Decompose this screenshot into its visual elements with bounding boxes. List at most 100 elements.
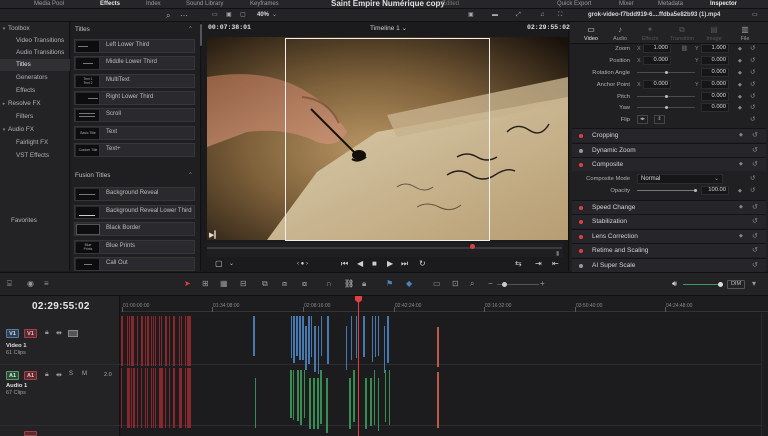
dim-button[interactable]: DIM (727, 280, 745, 289)
toolbox-item-fairlight-fx[interactable]: Fairlight FX (0, 137, 70, 149)
snapping-icon[interactable]: ∩ (326, 279, 332, 289)
zoom-detail-icon[interactable]: ⊡ (452, 279, 459, 289)
title-item-left-lower-third[interactable]: Left Lower Third (74, 39, 195, 53)
fusion-title-background-reveal-lower-third[interactable]: Background Reveal Lower Third (74, 205, 195, 219)
linked-selection-icon[interactable]: ⛓ (344, 279, 354, 289)
enable-toggle[interactable] (579, 163, 583, 167)
tab-transition[interactable]: Transition (668, 36, 696, 42)
viewer-scrubber[interactable] (207, 243, 563, 257)
chevron-down-icon[interactable]: ⌄ (229, 259, 234, 269)
reset-icon[interactable]: ↺ (752, 232, 758, 240)
enable-toggle[interactable] (579, 206, 583, 210)
keyframe-diamond-icon[interactable]: ◆ (739, 161, 743, 167)
section-stabilization[interactable]: Stabilization ↺ (572, 214, 766, 228)
options-icon[interactable]: ⋯ (180, 11, 188, 20)
keyframe-diamond-icon[interactable]: ◆ (739, 204, 743, 210)
viewer-layout-icon[interactable]: ▢ (215, 259, 223, 269)
keyframe-diamond-icon[interactable]: ◆ (738, 188, 742, 194)
reset-icon[interactable]: ↺ (750, 44, 755, 52)
position-y-input[interactable]: 0.000 (701, 56, 729, 65)
zoom-custom-icon[interactable]: ⌕ (470, 279, 474, 289)
tab-effects[interactable]: Effects (636, 36, 664, 42)
link-icon[interactable]: ⛓ (681, 46, 688, 52)
solo-button[interactable]: S (69, 371, 73, 377)
track-height-icon[interactable]: ≡ (44, 279, 49, 289)
opacity-slider[interactable] (637, 190, 695, 191)
speaker-icon[interactable]: 🔊︎ (672, 279, 677, 289)
mute-button[interactable]: M (82, 371, 87, 377)
favorites-header[interactable]: Favorites (0, 215, 70, 227)
title-item-text-plus[interactable]: Custom Title Text+ (74, 143, 195, 157)
section-dynamic-zoom[interactable]: Dynamic Zoom ↺ (572, 143, 766, 157)
trim-tool-icon[interactable]: ⊞ (202, 279, 209, 289)
title-item-multitext[interactable]: Text 1 Text 2 MultiText (74, 74, 195, 88)
index-button[interactable]: Index (146, 0, 161, 9)
toolbox-item-vst-effects[interactable]: VST Effects (0, 150, 70, 162)
fusion-title-background-reveal[interactable]: Background Reveal (74, 187, 195, 201)
toolbox-item-titles[interactable]: Titles (0, 59, 70, 71)
enable-toggle[interactable] (579, 149, 583, 153)
stop-icon[interactable]: ■ (372, 259, 377, 269)
position-x-input[interactable]: 0.000 (643, 56, 671, 65)
expand-icon[interactable]: ⤢ (516, 11, 521, 20)
more-options-icon[interactable]: ▾ (752, 279, 756, 289)
reset-icon[interactable]: ↺ (750, 92, 755, 100)
volume-slider[interactable] (683, 284, 721, 285)
section-composite[interactable]: Composite ◆ ↺ (572, 157, 766, 171)
timeline-vertical-scrollbar[interactable] (761, 313, 768, 436)
reset-icon[interactable]: ↺ (750, 56, 755, 64)
keyframe-diamond-icon[interactable]: ◆ (738, 82, 742, 88)
titles-section-header[interactable]: Titles ⌃ (71, 24, 199, 36)
clip-viewer-icon[interactable]: ▣ (468, 11, 474, 20)
viewer-mode-icon[interactable]: ▣ (226, 11, 232, 20)
composite-mode-select[interactable]: Normal ⌄ (637, 174, 723, 184)
lock-icon[interactable]: 🔒︎ (45, 329, 49, 337)
fusion-title-blue-prints[interactable]: Blue Prints Blue Prints (74, 240, 195, 254)
scrub-playhead[interactable] (470, 244, 475, 249)
keyframe-diamond-icon[interactable]: ◆ (738, 94, 742, 100)
insert-clip-icon[interactable]: ⧉ (262, 279, 268, 289)
toolbox-item-video-transitions[interactable]: Video Transitions (0, 35, 70, 47)
audio-track-target-badge[interactable]: A1 (24, 371, 37, 380)
fusion-titles-section-header[interactable]: Fusion Titles ⌃ (71, 170, 199, 182)
toolbox-item-generators[interactable]: Generators (0, 72, 70, 84)
opacity-slider-knob[interactable] (694, 189, 697, 192)
reset-icon[interactable]: ↺ (752, 203, 758, 211)
step-back-icon[interactable]: ◀ (357, 259, 363, 269)
blade-tool-icon[interactable]: ▦ (220, 279, 228, 289)
reset-icon[interactable]: ↺ (750, 103, 755, 111)
reset-icon[interactable]: ↺ (752, 217, 758, 225)
keyframes-button[interactable]: Keyframes (250, 0, 279, 9)
marker-icon[interactable]: ◆ (406, 279, 412, 289)
title-item-scroll[interactable]: Scroll (74, 108, 195, 122)
go-to-start-icon[interactable]: ⏮ (341, 259, 348, 269)
effects-button[interactable]: Effects (100, 0, 120, 9)
mark-in-icon[interactable]: ⇥ (535, 259, 542, 269)
keyframe-diamond-icon[interactable]: ◆ (738, 58, 742, 64)
lock-icon[interactable]: 🔒︎ (45, 371, 49, 379)
metadata-button[interactable]: Metadata (658, 0, 683, 9)
flip-vertical-icon[interactable]: ⇕ (654, 115, 665, 124)
pitch-input[interactable]: 0.000 (701, 92, 729, 101)
pitch-slider-knob[interactable] (665, 95, 668, 98)
tab-image[interactable]: Image (700, 36, 728, 42)
toolbox-item-audio-fx[interactable]: ▾ Audio FX (0, 124, 70, 136)
yaw-input[interactable]: 0.000 (701, 103, 729, 112)
keyframe-diamond-icon[interactable]: ◆ (738, 105, 742, 111)
reset-icon[interactable]: ↺ (750, 186, 755, 194)
eye-icon[interactable]: ◉ (27, 279, 34, 289)
anchor-x-input[interactable]: 0.000 (643, 80, 671, 89)
enable-toggle[interactable] (579, 220, 583, 224)
loop-icon[interactable]: ↻ (419, 259, 426, 269)
dynamic-trim-icon[interactable]: ⊟ (240, 279, 247, 289)
zoom-select[interactable]: 40% (257, 11, 269, 20)
quick-export-button[interactable]: Quick Export (557, 0, 591, 9)
section-cropping[interactable]: Cropping ◆ ↺ (572, 128, 766, 142)
title-item-middle-lower-third[interactable]: Middle Lower Third (74, 56, 195, 70)
enable-toggle[interactable] (579, 264, 583, 268)
enable-toggle[interactable] (579, 235, 583, 239)
search-icon[interactable]: ⌕ (166, 11, 170, 20)
auto-select-icon[interactable]: ⇹ (56, 371, 62, 379)
toolbox-header[interactable]: ▾ Toolbox (0, 23, 70, 35)
lock-icon[interactable]: 🔒︎ (362, 279, 366, 289)
